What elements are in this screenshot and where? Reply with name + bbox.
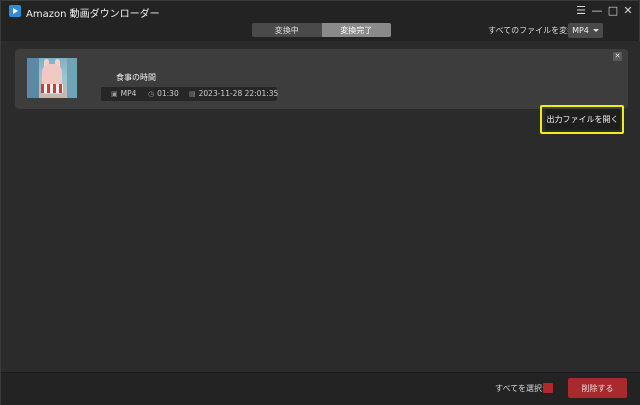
select-all-checkbox[interactable]	[543, 383, 553, 393]
top-toolbar: 変換中 変換完了 すべてのファイルを変換: MP4	[1, 21, 639, 41]
format-value: MP4	[120, 89, 137, 98]
duration-info: ◷ 01:30	[148, 89, 179, 98]
status-tabs: 変換中 変換完了	[252, 23, 391, 37]
remove-item-icon[interactable]: ✕	[613, 52, 622, 61]
minimize-icon[interactable]: —	[590, 3, 604, 17]
clock-icon: ◷	[148, 89, 155, 98]
tab-converting[interactable]: 変換中	[252, 23, 322, 37]
delete-button[interactable]: 削除する	[568, 378, 627, 398]
menu-icon[interactable]: ☰	[574, 3, 588, 17]
video-meta: ▣ MP4 ◷ 01:30 ▤ 2023-11-28 22:01:35	[101, 87, 278, 101]
duration-value: 01:30	[157, 89, 179, 98]
open-output-button[interactable]: 出力ファイルを開く	[545, 109, 620, 130]
video-title: 食事の時間	[116, 73, 156, 82]
convert-all-label: すべてのファイルを変換:	[488, 26, 578, 35]
close-icon[interactable]: ✕	[621, 3, 635, 17]
output-format-select[interactable]: MP4	[568, 23, 603, 38]
video-camera-icon: ▣	[111, 89, 118, 98]
video-thumbnail	[27, 58, 77, 98]
app-window: Amazon 動画ダウンローダー ☰ — □ ✕ 変換中 変換完了 すべてのファ…	[0, 0, 640, 405]
maximize-icon[interactable]: □	[606, 3, 620, 17]
tab-converted[interactable]: 変換完了	[321, 23, 391, 37]
format-info: ▣ MP4	[111, 89, 136, 98]
chevron-down-icon	[592, 29, 599, 32]
date-value: 2023-11-28 22:01:35	[198, 89, 279, 98]
title-bar: Amazon 動画ダウンローダー ☰ — □ ✕	[1, 1, 639, 21]
output-format-value: MP4	[572, 26, 589, 35]
bottom-bar: すべてを選択: 削除する	[1, 372, 640, 405]
select-all-label: すべてを選択:	[495, 384, 545, 393]
file-list: 食事の時間 ▣ MP4 ◷ 01:30 ▤ 2023-11-28 22:01:3…	[1, 41, 640, 372]
calendar-icon: ▤	[189, 89, 196, 98]
app-title: Amazon 動画ダウンローダー	[26, 9, 160, 20]
app-logo-icon	[9, 5, 21, 17]
date-info: ▤ 2023-11-28 22:01:35	[189, 89, 278, 98]
list-item: 食事の時間 ▣ MP4 ◷ 01:30 ▤ 2023-11-28 22:01:3…	[15, 49, 628, 109]
